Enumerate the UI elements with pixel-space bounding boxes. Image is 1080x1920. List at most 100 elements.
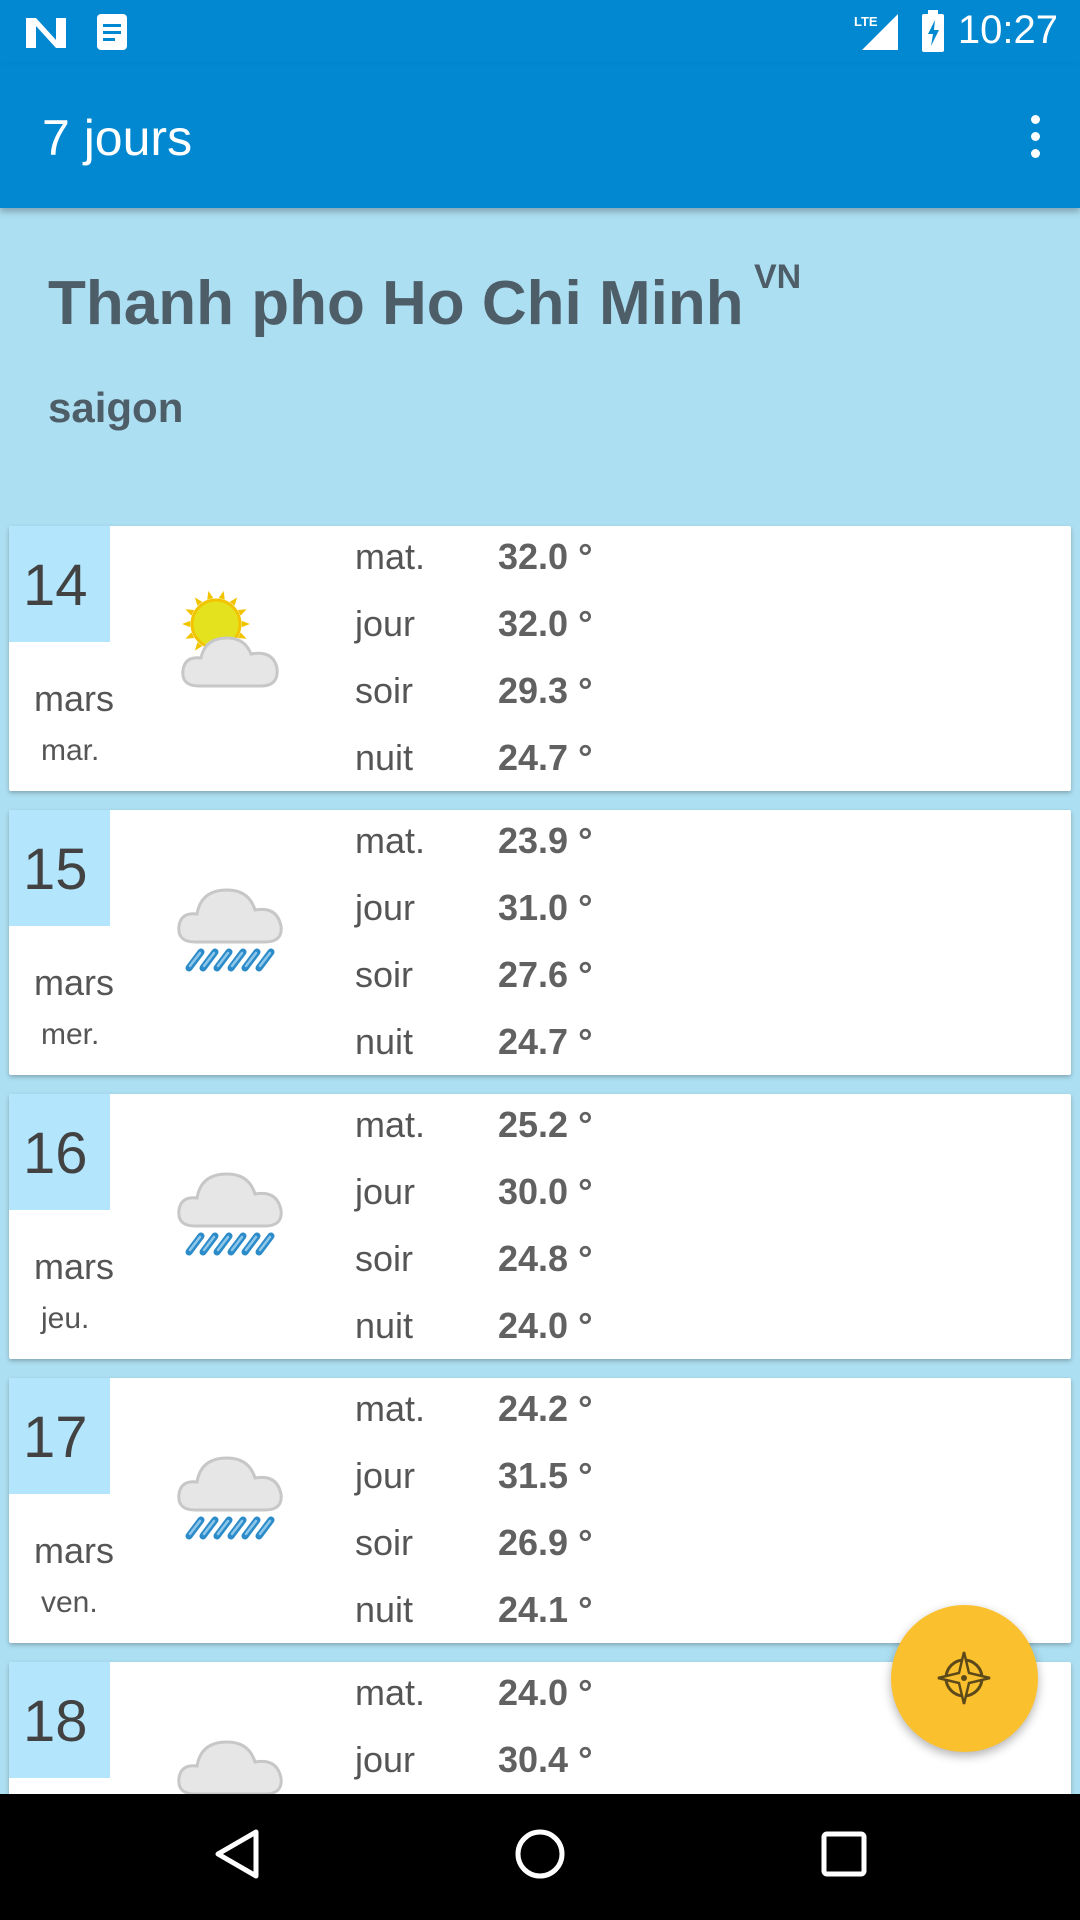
temp-row-night: nuit 24.7 °: [355, 727, 755, 791]
day-card[interactable]: 15 mars mer. mat. 23.9 ° jour 31.0 ° soir 27.6 °…: [9, 810, 1071, 1075]
temp-row-night: nuit 24.1 °: [355, 1579, 755, 1643]
day-number-box: 15: [9, 810, 110, 926]
temp-row-morning: mat. 24.0 °: [355, 1662, 755, 1729]
recents-icon[interactable]: [820, 1824, 868, 1884]
temp-row-evening: soir 26.9 °: [355, 1512, 755, 1579]
day-number-box: 14: [9, 526, 110, 642]
overflow-menu-icon[interactable]: [1020, 115, 1050, 161]
rain-icon: [169, 1154, 305, 1274]
temperature-value: 31.5 °: [498, 1455, 593, 1496]
temperature-value: 31.0 °: [498, 887, 593, 928]
temp-row-day: jour 31.0 °: [355, 877, 755, 944]
weekday-label: mer.: [41, 1018, 100, 1051]
temp-row-night: nuit 24.7 °: [355, 1011, 755, 1075]
temperature-value: 24.1 °: [498, 1589, 593, 1630]
temperature-value: 25.2 °: [498, 1104, 593, 1145]
day-card[interactable]: 16 mars jeu. mat. 25.2 ° jour 30.0 ° soir 24.8 °…: [9, 1094, 1071, 1359]
temperature-value: 24.7 °: [498, 737, 593, 778]
navigation-bar: [0, 1794, 1080, 1920]
temperature-value: 30.0 °: [498, 1171, 593, 1212]
city-alias: saigon: [48, 384, 184, 431]
day-number: 14: [23, 553, 88, 618]
weekday-label: ven.: [41, 1586, 98, 1619]
temp-row-evening: soir 29.3 °: [355, 660, 755, 727]
day-number: 18: [23, 1689, 88, 1754]
day-number-box: 18: [9, 1662, 110, 1778]
rain-icon: [169, 1438, 305, 1558]
temp-row-morning: mat. 32.0 °: [355, 526, 755, 593]
period-label: nuit: [355, 1589, 414, 1630]
day-number: 15: [23, 837, 88, 902]
period-label: nuit: [355, 1021, 414, 1062]
battery-icon: [922, 10, 944, 52]
day-number: 16: [23, 1121, 88, 1186]
locate-button[interactable]: [891, 1605, 1038, 1752]
month-label: mars: [34, 1530, 114, 1571]
period-label: jour: [355, 1455, 416, 1496]
temp-row-day: jour 31.5 °: [355, 1445, 755, 1512]
notes-icon: [97, 14, 127, 50]
day-number: 17: [23, 1405, 88, 1470]
cloud-icon: [169, 1722, 305, 1794]
month-label: mars: [34, 962, 114, 1003]
notification-n-icon: [26, 18, 66, 48]
sun-cloud-icon: [169, 586, 305, 706]
city-name: Thanh pho Ho Chi Minh: [48, 269, 744, 338]
svg-text:LTE: LTE: [854, 14, 878, 29]
temperature-value: 30.4 °: [498, 1739, 593, 1780]
weekday-label: mar.: [41, 734, 100, 767]
temperature-value: 27.6 °: [498, 954, 593, 995]
compass-icon: [937, 1651, 991, 1705]
status-time: 10:27: [957, 8, 1058, 52]
temp-row-morning: mat. 25.2 °: [355, 1094, 755, 1161]
month-label: mars: [34, 678, 114, 719]
period-label: mat.: [355, 820, 426, 861]
period-label: mat.: [355, 1104, 426, 1145]
temperature-value: 24.2 °: [498, 1388, 593, 1429]
status-bar: LTE 10:27: [0, 0, 1080, 65]
period-label: soir: [355, 670, 414, 711]
temp-row-day: jour 32.0 °: [355, 593, 755, 660]
temp-row-day: jour 30.4 °: [355, 1729, 755, 1794]
weekday-label: jeu.: [41, 1302, 90, 1335]
temp-row-evening: soir 24.8 °: [355, 1228, 755, 1295]
period-label: jour: [355, 887, 416, 928]
day-number-box: 16: [9, 1094, 110, 1210]
temperature-value: 24.0 °: [498, 1672, 593, 1713]
temp-row-morning: mat. 24.2 °: [355, 1378, 755, 1445]
temp-row-evening: soir 27.6 °: [355, 944, 755, 1011]
back-icon[interactable]: [212, 1824, 262, 1884]
day-card[interactable]: 17 mars ven. mat. 24.2 ° jour 31.5 ° soir 26.9 °…: [9, 1378, 1071, 1643]
lte-signal-icon: LTE: [854, 14, 898, 50]
temperature-value: 24.8 °: [498, 1238, 593, 1279]
country-code: VN: [754, 258, 802, 296]
temperature-value: 32.0 °: [498, 603, 593, 644]
temperature-value: 23.9 °: [498, 820, 593, 861]
temperature-value: 29.3 °: [498, 670, 593, 711]
period-label: soir: [355, 1238, 414, 1279]
app-bar: 7 jours: [0, 65, 1080, 208]
period-label: jour: [355, 1739, 416, 1780]
period-label: soir: [355, 954, 414, 995]
home-icon[interactable]: [514, 1824, 566, 1884]
temperature-value: 32.0 °: [498, 536, 593, 577]
period-label: soir: [355, 1522, 414, 1563]
page-title: 7 jours: [42, 110, 193, 166]
period-label: jour: [355, 603, 416, 644]
temperature-value: 24.0 °: [498, 1305, 593, 1346]
day-card[interactable]: 14 mars mar. mat. 32.0 ° jour 32.0 ° soir 29.3 °…: [9, 526, 1071, 791]
temp-row-night: nuit 24.0 °: [355, 1295, 755, 1359]
temp-row-morning: mat. 23.9 °: [355, 810, 755, 877]
period-label: mat.: [355, 536, 426, 577]
period-label: nuit: [355, 1305, 414, 1346]
day-number-box: 17: [9, 1378, 110, 1494]
rain-icon: [169, 870, 305, 990]
forecast-content[interactable]: Thanh pho Ho Chi Minh VN saigon 14 mars ma…: [0, 208, 1080, 1794]
period-label: mat.: [355, 1388, 426, 1429]
period-label: mat.: [355, 1672, 426, 1713]
period-label: jour: [355, 1171, 416, 1212]
temperature-value: 24.7 °: [498, 1021, 593, 1062]
month-label: mars: [34, 1246, 114, 1287]
temperature-value: 26.9 °: [498, 1522, 593, 1563]
temp-row-day: jour 30.0 °: [355, 1161, 755, 1228]
